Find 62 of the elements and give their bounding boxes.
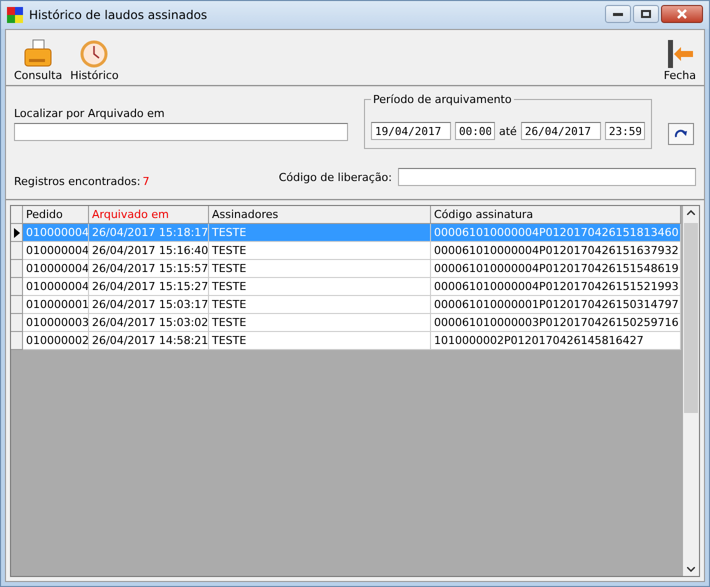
table-cell: 26/04/2017 15:18:17 [89,224,209,242]
column-header[interactable]: Arquivado em [89,206,209,224]
refresh-button[interactable] [668,123,694,145]
close-button[interactable] [661,5,703,23]
table-cell: 010000002 [23,332,89,350]
search-label: Localizar por Arquivado em [14,107,166,120]
table-cell: 000061010000003P0120170426150259716 [431,314,681,332]
until-label: até [499,124,517,138]
table-cell: TESTE [209,332,431,350]
printer-icon [23,39,54,69]
table-cell: 26/04/2017 15:16:40 [89,242,209,260]
scroll-down-icon[interactable] [687,567,695,572]
table-cell: TESTE [209,242,431,260]
scroll-up-icon[interactable] [687,210,695,215]
window-title: Histórico de laudos assinados [29,8,208,22]
date-to-field[interactable]: 26/04/2017 [520,122,601,140]
maximize-icon [641,10,651,18]
table-cell: 000061010000004P0120170426151521993 [431,278,681,296]
refresh-icon [674,129,688,139]
toolbar-button[interactable]: Histórico [66,39,123,82]
table-cell: 1010000002P0120170426145816427 [431,332,681,350]
period-label: Período de arquivamento [372,93,513,106]
close-icon [676,9,688,19]
table-cell: TESTE [209,314,431,332]
vertical-scrollbar[interactable] [683,206,699,576]
toolbar-button[interactable]: Consulta [10,39,66,82]
table-row[interactable]: 010000001 26/04/2017 15:03:17 TESTE 000061010000001P0120170426150314797 [11,296,683,314]
table-cell: 26/04/2017 15:15:57 [89,260,209,278]
clock-icon [79,39,110,69]
column-header[interactable]: Assinadores [209,206,431,224]
records-found-label: Registros encontrados: [14,174,140,188]
date-from-field[interactable]: 19/04/2017 [371,122,451,140]
release-code-label: Código de liberação: [278,170,392,184]
minimize-icon [613,11,623,17]
table-cell: 000061010000001P0120170426150314797 [431,296,681,314]
table-cell: 010000001 [23,296,89,314]
table-cell: 26/04/2017 14:58:21 [89,332,209,350]
maximize-button[interactable] [633,5,659,23]
table-cell: 000061010000004P0120170426151637932 [431,242,681,260]
table-cell: TESTE [209,260,431,278]
table-cell: 26/04/2017 15:03:17 [89,296,209,314]
app-icon [7,7,23,23]
search-field[interactable] [14,123,348,141]
row-selector[interactable] [11,224,23,242]
table-cell: 26/04/2017 15:15:27 [89,278,209,296]
table-row[interactable]: 010000003 26/04/2017 15:03:02 TESTE 000061010000003P0120170426150259716 [11,314,683,332]
table-cell: 000061010000004P0120170426151548619 [431,260,681,278]
release-code-field[interactable] [398,168,696,186]
minimize-button[interactable] [605,5,631,23]
table-cell: TESTE [209,296,431,314]
table-cell: 000061010000004P0120170426151813460 [431,224,681,242]
toolbar-button[interactable]: Fecha [660,39,700,82]
records-count: 7 [142,174,150,188]
table-cell: 26/04/2017 15:03:02 [89,314,209,332]
grid-corner [11,206,23,224]
table-cell: TESTE [209,278,431,296]
row-pointer-icon [14,228,20,238]
column-header[interactable]: Pedido [23,206,89,224]
table-cell: 010000003 [23,314,89,332]
table-row[interactable]: 010000002 26/04/2017 14:58:21 TESTE 1010000002P0120170426145816427 [11,332,683,350]
table-cell: TESTE [209,224,431,242]
column-header[interactable]: Código assinatura [431,206,681,224]
